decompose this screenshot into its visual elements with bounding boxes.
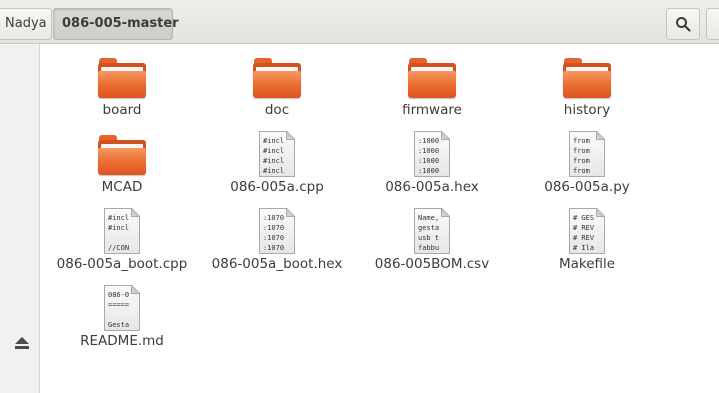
text-file-icon: :1070 :1070 :1070 :1070: [259, 208, 295, 254]
eject-icon[interactable]: [15, 337, 29, 349]
text-file-icon: #incl #incl #incl #incl: [259, 131, 295, 177]
file-item-history[interactable]: history: [512, 58, 662, 120]
text-file-icon: from from from from: [569, 131, 605, 177]
file-name: 086-005a.hex: [385, 179, 479, 195]
file-preview: Name, gesta usb t fabbu: [418, 214, 440, 252]
search-icon: [676, 17, 691, 32]
file-item-086-005a-boot-cpp[interactable]: #incl #incl //CON 086-005a_boot.cpp: [47, 208, 197, 274]
file-name: firmware: [402, 102, 462, 118]
text-file-icon: Name, gesta usb t fabbu: [414, 208, 450, 254]
folder-icon: [253, 58, 301, 98]
file-item-086-005a-hex[interactable]: :1000 :1000 :1000 :1000 086-005a.hex: [357, 131, 507, 197]
text-file-icon: :1000 :1000 :1000 :1000: [414, 131, 450, 177]
file-name: history: [563, 102, 611, 118]
file-preview: #incl #incl #incl #incl: [263, 137, 285, 175]
file-item-086-005a-boot-hex[interactable]: :1070 :1070 :1070 :1070 086-005a_boot.he…: [202, 208, 352, 274]
file-name: README.md: [80, 333, 164, 349]
folder-icon: [563, 58, 611, 98]
file-preview: :1000 :1000 :1000 :1000: [418, 137, 440, 175]
file-name: 086-005a.py: [544, 179, 630, 195]
file-item-086-005a-py[interactable]: from from from from 086-005a.py: [512, 131, 662, 197]
folder-icon: [98, 135, 146, 175]
file-name: MCAD: [101, 179, 143, 195]
file-name: board: [102, 102, 142, 118]
file-item-makefile[interactable]: # GES # REV # REV # Ila Makefile: [512, 208, 662, 274]
folder-icon: [408, 58, 456, 98]
view-menu-button[interactable]: [706, 8, 719, 40]
search-button[interactable]: [666, 8, 700, 40]
text-file-icon: 086-0 ===== Gesta: [104, 285, 140, 331]
folder-icon: [98, 58, 146, 98]
file-item-board[interactable]: board: [47, 58, 197, 120]
file-name: Makefile: [558, 256, 616, 272]
file-preview: # GES # REV # REV # Ila: [573, 214, 595, 252]
text-file-icon: #incl #incl //CON: [104, 208, 140, 254]
file-item-086-005a-cpp[interactable]: #incl #incl #incl #incl 086-005a.cpp: [202, 131, 352, 197]
header-bar: Nadya 086-005-master: [0, 0, 719, 44]
file-preview: from from from from: [573, 137, 590, 175]
file-name: 086-005a_boot.hex: [211, 256, 343, 272]
file-name: 086-005a.cpp: [230, 179, 324, 195]
file-grid: board doc firmware history MCAD #incl #i…: [40, 44, 719, 393]
sidebar: [0, 44, 40, 393]
file-item-readme-md[interactable]: 086-0 ===== Gesta README.md: [47, 285, 197, 351]
file-item-doc[interactable]: doc: [202, 58, 352, 120]
file-preview: #incl #incl //CON: [108, 214, 130, 252]
text-file-icon: # GES # REV # REV # Ila: [569, 208, 605, 254]
breadcrumb-current[interactable]: 086-005-master: [53, 8, 179, 40]
file-preview: 086-0 ===== Gesta: [108, 291, 130, 329]
file-item-086-005bom-csv[interactable]: Name, gesta usb t fabbu 086-005BOM.csv: [357, 208, 507, 274]
file-name: 086-005BOM.csv: [374, 256, 490, 272]
file-preview: :1070 :1070 :1070 :1070: [263, 214, 285, 252]
file-name: doc: [264, 102, 290, 118]
file-item-mcad[interactable]: MCAD: [47, 135, 197, 197]
file-item-firmware[interactable]: firmware: [357, 58, 507, 120]
breadcrumb-parent[interactable]: Nadya: [0, 8, 52, 40]
file-name: 086-005a_boot.cpp: [56, 256, 188, 272]
